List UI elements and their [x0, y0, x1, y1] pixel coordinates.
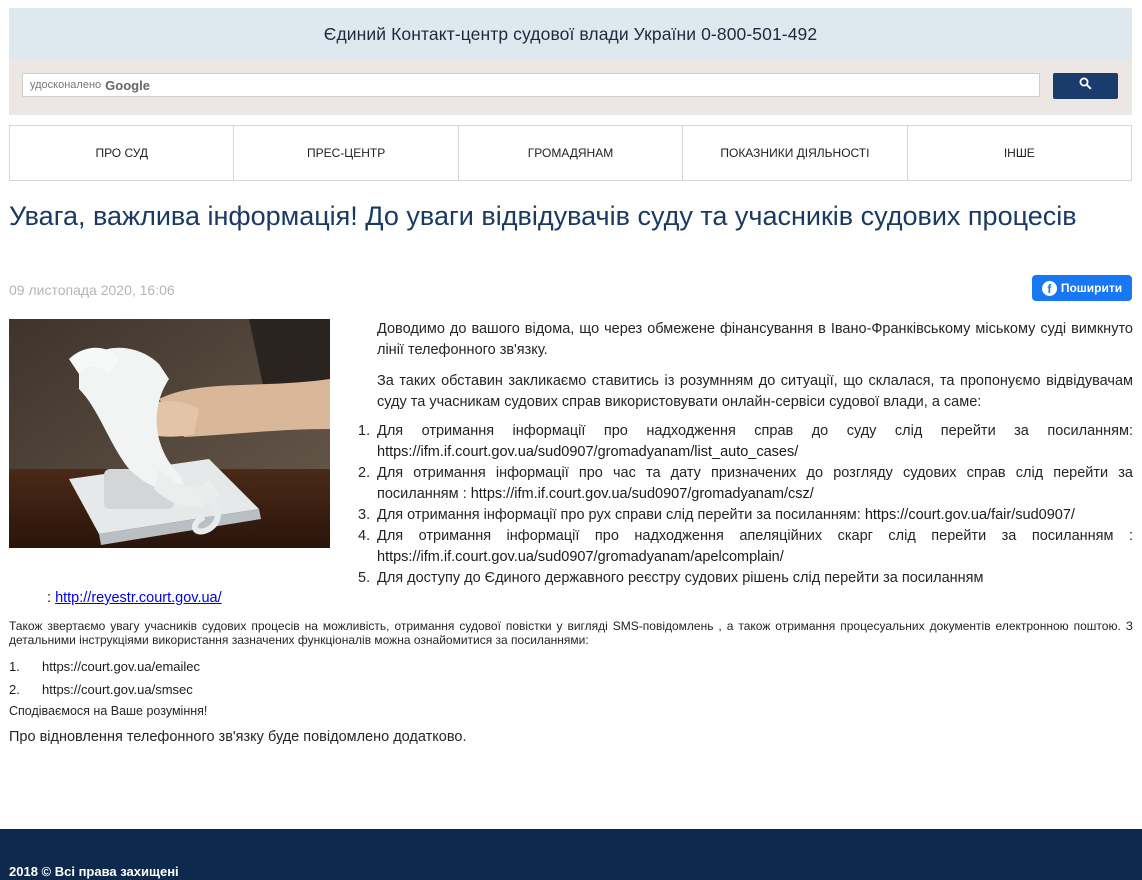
- list-number: 4.: [358, 528, 371, 544]
- list-item: 1. Для отримання інформації про надходже…: [358, 421, 1133, 463]
- registry-link-prefix: :: [47, 590, 56, 606]
- list-item-text: Для отримання інформації про надходження…: [377, 423, 1133, 439]
- final-notice: Про відновлення телефонного зв'язку буде…: [9, 729, 467, 745]
- list-item-text: Для доступу до Єдиного державного реєстр…: [377, 570, 984, 586]
- list-number: 2.: [9, 682, 20, 697]
- list-number: 5.: [358, 570, 371, 586]
- list-item: 4. Для отримання інформації про надходже…: [358, 526, 1133, 568]
- page-title: Увага, важлива інформація! До уваги відв…: [9, 201, 1077, 231]
- post-date: 09 листопада 2020, 16:06: [9, 282, 175, 298]
- email-instruction-link[interactable]: https://court.gov.ua/emailec: [42, 655, 200, 678]
- case-progress-link[interactable]: https://court.gov.ua/fair/sud0907/: [865, 507, 1075, 523]
- intro-paragraph-1: Доводимо до вашого відома, що через обме…: [377, 321, 1133, 358]
- sms-instruction-link[interactable]: https://court.gov.ua/smsec: [42, 678, 193, 701]
- list-number: 1.: [9, 659, 20, 674]
- contact-center-banner: Єдиний Контакт-центр судової влади Украї…: [9, 8, 1132, 60]
- list-number: 1.: [358, 423, 371, 439]
- list-item: 5. Для доступу до Єдиного державного реє…: [358, 568, 1133, 589]
- main-nav: ПРО СУД ПРЕС-ЦЕНТР ГРОМАДЯНАМ ПОКАЗНИКИ …: [9, 125, 1132, 181]
- list-cases-link[interactable]: https://ifm.if.court.gov.ua/sud0907/grom…: [377, 444, 798, 460]
- nav-item-about-court[interactable]: ПРО СУД: [10, 126, 235, 180]
- list-item: 2. https://court.gov.ua/smsec: [9, 678, 200, 701]
- nav-item-citizens[interactable]: ГРОМАДЯНАМ: [459, 126, 684, 180]
- search-enhanced-label: удосконалено: [30, 79, 102, 91]
- list-item: 3. Для отримання інформації про рух спра…: [358, 505, 1133, 526]
- google-label: Google: [105, 77, 150, 93]
- search-bar: удосконалено Google: [9, 60, 1132, 115]
- search-button[interactable]: [1053, 73, 1118, 99]
- list-number: 2.: [358, 465, 371, 481]
- hope-text: Сподіваємося на Ваше розуміння!: [9, 704, 208, 718]
- nav-item-other[interactable]: ІНШЕ: [908, 126, 1131, 180]
- facebook-share-button[interactable]: f Поширити: [1032, 275, 1132, 301]
- registry-link[interactable]: http://reyestr.court.gov.ua/: [55, 590, 222, 606]
- search-input[interactable]: удосконалено Google: [22, 73, 1040, 97]
- facebook-icon: f: [1041, 280, 1057, 296]
- article-photo: [9, 319, 330, 548]
- copyright-text: 2018 © Всі права захищені: [9, 864, 179, 879]
- list-number: 3.: [358, 507, 371, 523]
- list-item-text: Для отримання інформації про рух справи …: [377, 507, 865, 523]
- instruction-links-list: 1. https://court.gov.ua/emailec 2. https…: [9, 655, 200, 701]
- footer: 2018 © Всі права захищені: [0, 829, 1142, 880]
- contact-center-text: Єдиний Контакт-центр судової влади Украї…: [323, 23, 818, 44]
- list-item: 2. Для отримання інформації про час та д…: [358, 463, 1133, 505]
- nav-item-performance[interactable]: ПОКАЗНИКИ ДІЯЛЬНОСТІ: [683, 126, 908, 180]
- schedule-link[interactable]: https://ifm.if.court.gov.ua/sud0907/grom…: [471, 486, 814, 502]
- appeals-link[interactable]: https://ifm.if.court.gov.ua/sud0907/grom…: [377, 549, 784, 565]
- notice-paragraph: Також звертаємо увагу учасників судових …: [9, 619, 1133, 647]
- registry-link-line: : http://reyestr.court.gov.ua/: [47, 590, 222, 606]
- share-label: Поширити: [1060, 281, 1123, 295]
- list-item: 1. https://court.gov.ua/emailec: [9, 655, 200, 678]
- nav-item-press-center[interactable]: ПРЕС-ЦЕНТР: [234, 126, 459, 180]
- list-item-text: Для отримання інформації про надходження…: [377, 528, 1133, 544]
- intro-paragraph-2: За таких обставин закликаємо ставитись і…: [377, 373, 1133, 410]
- online-services-list: 1. Для отримання інформації про надходже…: [358, 421, 1133, 589]
- search-icon: [1079, 77, 1092, 95]
